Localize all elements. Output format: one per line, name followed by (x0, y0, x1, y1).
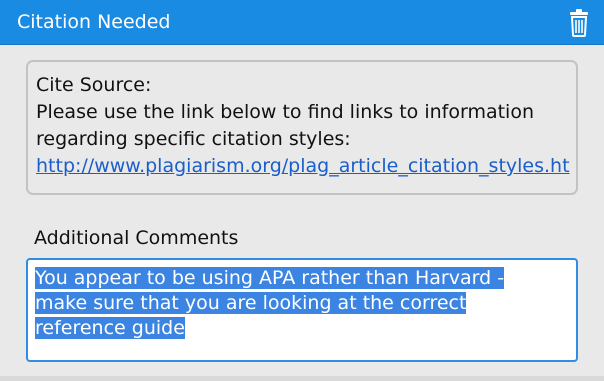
additional-comments-input[interactable]: You appear to be using APA rather than H… (26, 258, 578, 362)
bottom-divider (0, 376, 604, 381)
comment-heading: Cite Source: (36, 74, 152, 96)
selected-text-line: make sure that you are looking at the co… (35, 292, 467, 314)
comment-body-line: Please use the link below to find links … (36, 101, 534, 123)
comment-header: Citation Needed (0, 0, 604, 45)
trash-icon[interactable] (566, 9, 592, 37)
comment-body-line: regarding specific citation styles: (36, 128, 351, 150)
additional-comments-label: Additional Comments (34, 227, 239, 249)
additional-comments-value: You appear to be using APA rather than H… (35, 266, 575, 341)
comment-panel[interactable]: Cite Source: Please use the link below t… (26, 60, 578, 195)
citation-styles-link[interactable]: http://www.plagiarism.org/plag_article_c… (36, 153, 570, 180)
selected-text-line: reference guide (35, 317, 185, 339)
comment-title: Citation Needed (17, 11, 171, 33)
comment-text: Cite Source: Please use the link below t… (36, 72, 570, 180)
selected-text-line: You appear to be using APA rather than H… (35, 267, 505, 289)
